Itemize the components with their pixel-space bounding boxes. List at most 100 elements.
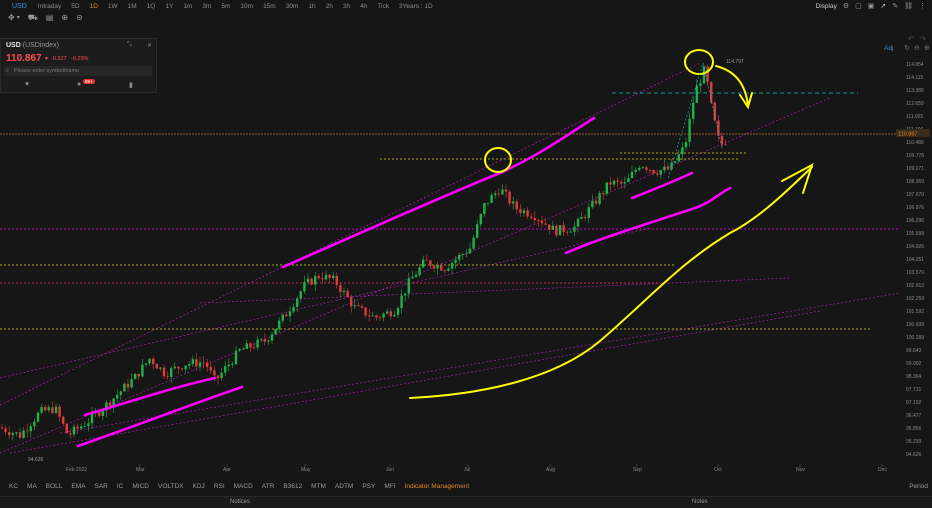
- tf-1y[interactable]: 1Y: [165, 3, 173, 10]
- candle-body: [429, 260, 432, 266]
- candle-body: [98, 412, 101, 416]
- tf-30min[interactable]: 30m: [286, 3, 299, 10]
- tf-1d[interactable]: 1D: [90, 3, 98, 10]
- display-button[interactable]: Display: [816, 3, 837, 10]
- notices-tab[interactable]: Notices: [230, 499, 250, 505]
- file-icon[interactable]: ▮: [129, 81, 133, 89]
- heart-icon[interactable]: ♥: [25, 81, 29, 88]
- tf-1q[interactable]: 1Q: [147, 3, 156, 10]
- candle-body: [526, 210, 529, 217]
- tf-4h[interactable]: 4h: [360, 3, 367, 10]
- window-icon[interactable]: ▣: [868, 2, 875, 10]
- ind-psy[interactable]: PSY: [362, 483, 375, 490]
- candle-body: [645, 167, 648, 170]
- notes-tab[interactable]: Notes: [692, 499, 708, 505]
- cursor-icon[interactable]: ➚: [880, 2, 886, 10]
- candle-body: [576, 218, 580, 227]
- tf-1w[interactable]: 1W: [108, 3, 118, 10]
- ind-ic[interactable]: IC: [117, 483, 124, 490]
- candle-body: [270, 334, 274, 341]
- ind-rsi[interactable]: RSI: [214, 483, 225, 490]
- tf-1min[interactable]: 1m: [183, 3, 192, 10]
- tf-5d[interactable]: 5D: [71, 3, 79, 10]
- minus-icon[interactable]: ⊖: [914, 45, 920, 52]
- tf-1h[interactable]: 1h: [308, 3, 315, 10]
- candle-body: [551, 225, 554, 230]
- ind-kc[interactable]: KC: [9, 483, 18, 490]
- candle-body: [335, 275, 338, 285]
- cart-icon[interactable]: ⛟: [28, 13, 38, 23]
- ind-adtm[interactable]: ADTM: [335, 483, 353, 490]
- plus-icon[interactable]: ⊕: [61, 13, 68, 22]
- ind-kdj[interactable]: KDJ: [193, 483, 205, 490]
- candle-body: [454, 259, 457, 263]
- close-icon[interactable]: ✕: [147, 42, 152, 49]
- ind-boll[interactable]: BOLL: [46, 483, 63, 490]
- tf-15min[interactable]: 15m: [263, 3, 276, 10]
- symbol-label[interactable]: USD: [12, 3, 27, 10]
- tf-2h[interactable]: 2h: [326, 3, 333, 10]
- chevron-down-icon[interactable]: ▾: [17, 14, 20, 21]
- layout-icon[interactable]: ▢: [855, 2, 862, 10]
- more-icon[interactable]: ⋮: [919, 2, 926, 10]
- tf-5min[interactable]: 5m: [221, 3, 230, 10]
- tf-tick[interactable]: Tick: [377, 3, 389, 10]
- candle-body: [134, 373, 137, 380]
- candle-body: [461, 254, 464, 255]
- tf-intraday[interactable]: Intraday: [38, 3, 62, 10]
- pen-icon[interactable]: ✎: [892, 2, 898, 10]
- ind-mtm[interactable]: MTM: [311, 483, 326, 490]
- candle-body: [216, 375, 220, 379]
- y-tick-label: 99.002: [906, 361, 922, 367]
- tf-3years[interactable]: 3Years : 1D: [399, 3, 433, 10]
- candle-body: [159, 367, 162, 369]
- tf-3min[interactable]: 3m: [202, 3, 211, 10]
- candle-body: [702, 66, 706, 84]
- candle-body: [522, 210, 526, 213]
- expand-icon[interactable]: ⤡: [127, 42, 132, 49]
- ind-macd[interactable]: MACD: [234, 483, 253, 490]
- tf-10min[interactable]: 10m: [240, 3, 253, 10]
- candle-body: [486, 202, 490, 204]
- ind-atr[interactable]: ATR: [262, 483, 275, 490]
- ind-voltdx[interactable]: VOLTDX: [158, 483, 184, 490]
- ind-ma[interactable]: MA: [27, 483, 37, 490]
- y-tick-label: 101.592: [906, 309, 924, 315]
- candle-body: [116, 394, 119, 399]
- indicator-management-button[interactable]: Indicator Management: [405, 483, 470, 490]
- chat-icon[interactable]: ●: [77, 81, 81, 88]
- undo-icon[interactable]: ↶: [908, 36, 914, 43]
- x-tick-label: May: [301, 467, 311, 473]
- candle-body: [692, 102, 695, 119]
- candle-body: [612, 180, 616, 185]
- symbol-search-input[interactable]: Please enter symbol/name: [4, 66, 152, 76]
- candle-body: [180, 368, 184, 370]
- candle-body: [292, 306, 295, 312]
- zoom-icon[interactable]: ⊝: [76, 13, 83, 22]
- candle-body: [515, 201, 518, 210]
- period-button[interactable]: Period: [909, 483, 928, 490]
- y-tick-label: 95.856: [906, 426, 922, 432]
- ind-b3612[interactable]: B3612: [283, 483, 302, 490]
- link-icon[interactable]: ⛓: [904, 2, 913, 10]
- crosshair-icon[interactable]: ✥: [8, 13, 15, 22]
- candle-body: [407, 278, 410, 294]
- ind-sar[interactable]: SAR: [95, 483, 108, 490]
- candle-body: [137, 373, 140, 377]
- candle-body: [4, 428, 7, 433]
- settings-icon[interactable]: ⚙: [843, 2, 849, 10]
- candle-body: [360, 306, 364, 308]
- ind-micd[interactable]: MICD: [132, 483, 149, 490]
- ind-ema[interactable]: EMA: [71, 483, 85, 490]
- candle-body: [533, 217, 536, 221]
- candle-body: [450, 262, 454, 269]
- plus-icon[interactable]: ⊕: [924, 45, 930, 52]
- adj-label[interactable]: Adj: [884, 45, 893, 52]
- tf-3h[interactable]: 3h: [343, 3, 350, 10]
- tf-1m[interactable]: 1M: [128, 3, 137, 10]
- doc-icon[interactable]: ▤: [46, 13, 54, 22]
- refresh-icon[interactable]: ↻: [904, 45, 910, 52]
- redo-icon[interactable]: ↷: [920, 36, 926, 43]
- ind-mfi[interactable]: MFI: [384, 483, 395, 490]
- candle-body: [465, 253, 468, 255]
